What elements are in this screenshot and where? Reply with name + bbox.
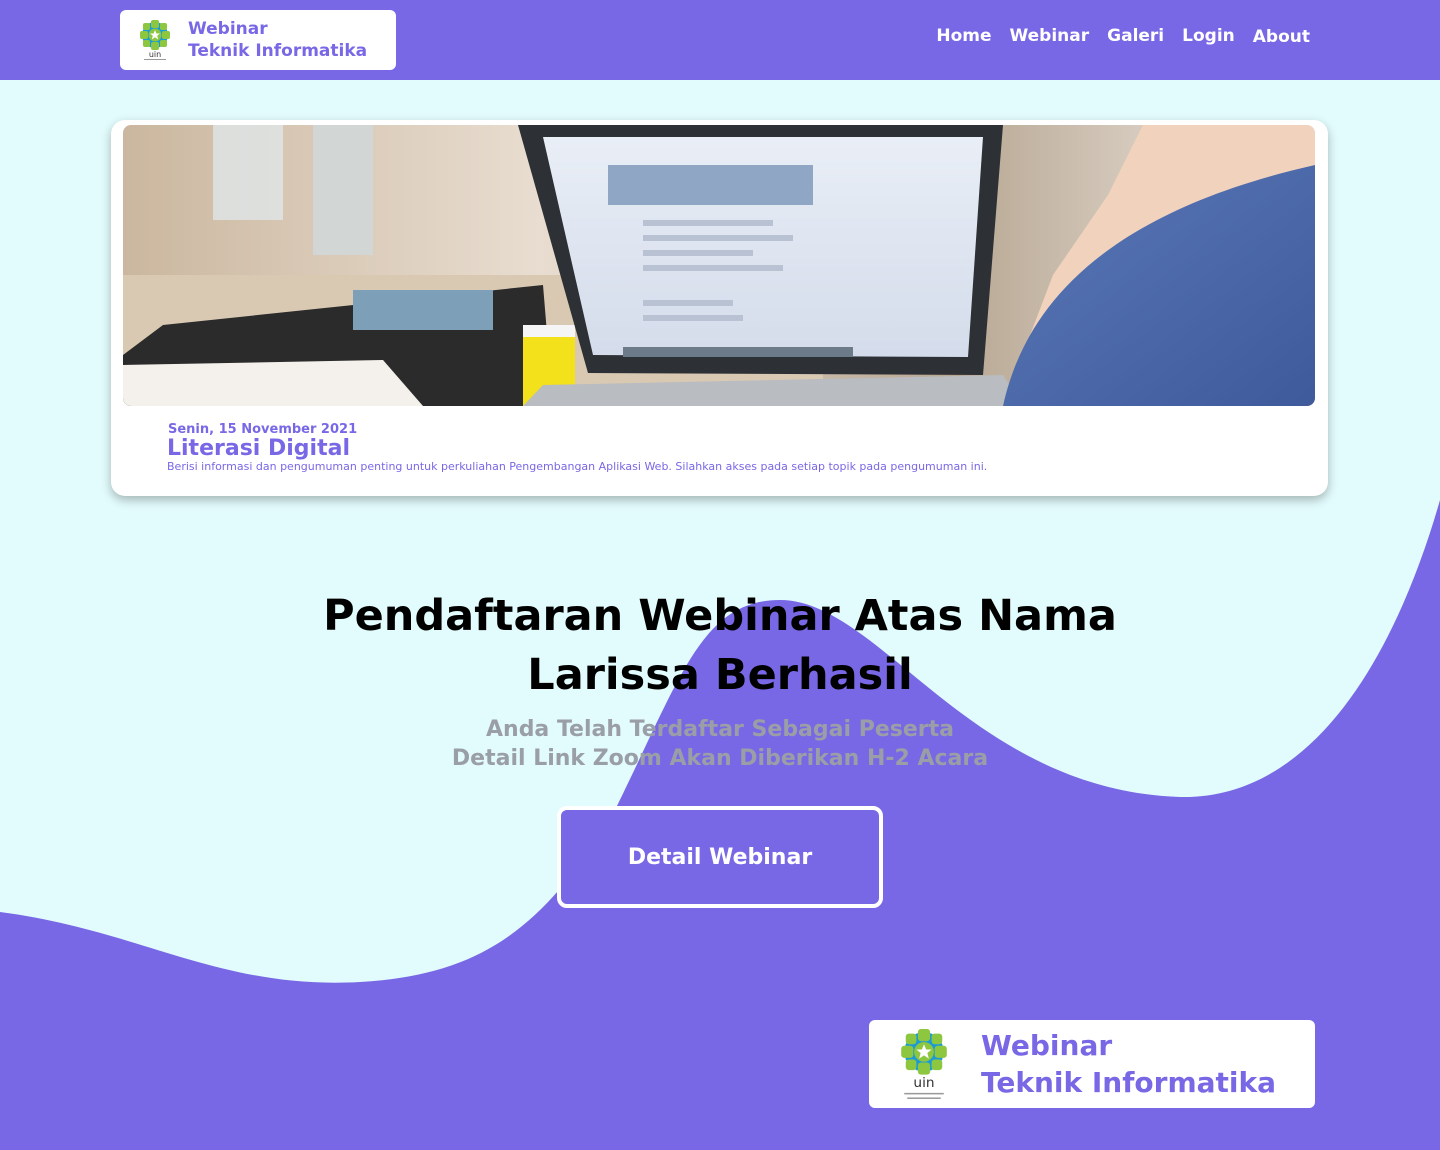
- sub-line1: Anda Telah Terdaftar Sebagai Peserta: [486, 717, 954, 742]
- nav-login[interactable]: Login: [1182, 24, 1235, 48]
- logo-label: uin: [149, 50, 161, 59]
- footer-brand-line1: Webinar: [981, 1029, 1113, 1062]
- uin-logo-icon: uin: [140, 20, 170, 60]
- footer-brand-line2: Teknik Informatika: [981, 1066, 1277, 1099]
- brand-line1: Webinar: [188, 19, 268, 39]
- nav-home[interactable]: Home: [936, 24, 991, 48]
- nav-about[interactable]: About: [1253, 25, 1310, 49]
- registration-subtext: Anda Telah Terdaftar Sebagai Peserta Det…: [320, 715, 1120, 773]
- footer-brand: uin Webinar Teknik Informatika: [869, 1020, 1315, 1108]
- webinar-title: Literasi Digital: [167, 436, 350, 461]
- webinar-card[interactable]: Senin, 15 November 2021 Literasi Digital…: [111, 120, 1328, 496]
- headline-line2: Larissa Berhasil: [527, 650, 913, 700]
- detail-webinar-button[interactable]: Detail Webinar: [557, 806, 883, 908]
- brand-line2: Teknik Informatika: [188, 41, 368, 61]
- nav-webinar[interactable]: Webinar: [1010, 24, 1090, 48]
- uin-logo-icon: uin: [901, 1029, 947, 1099]
- webinar-banner-image: [123, 125, 1315, 406]
- top-navbar: uin Webinar Teknik Informatika Home Webi…: [0, 0, 1440, 80]
- nav-menu: Home Webinar Galeri Login About: [936, 24, 1310, 49]
- headline-line1: Pendaftaran Webinar Atas Nama: [323, 591, 1117, 641]
- brand-home-link[interactable]: uin Webinar Teknik Informatika: [120, 10, 396, 70]
- webinar-description: Berisi informasi dan pengumuman penting …: [167, 460, 988, 473]
- laptop-photo-icon: [123, 125, 1315, 406]
- sub-line2: Detail Link Zoom Akan Diberikan H-2 Acar…: [451, 746, 989, 771]
- webinar-date: Senin, 15 November 2021: [168, 422, 358, 437]
- nav-galeri[interactable]: Galeri: [1107, 24, 1164, 48]
- logo-label: uin: [913, 1075, 934, 1091]
- registration-success-heading: Pendaftaran Webinar Atas Nama Larissa Be…: [220, 587, 1220, 705]
